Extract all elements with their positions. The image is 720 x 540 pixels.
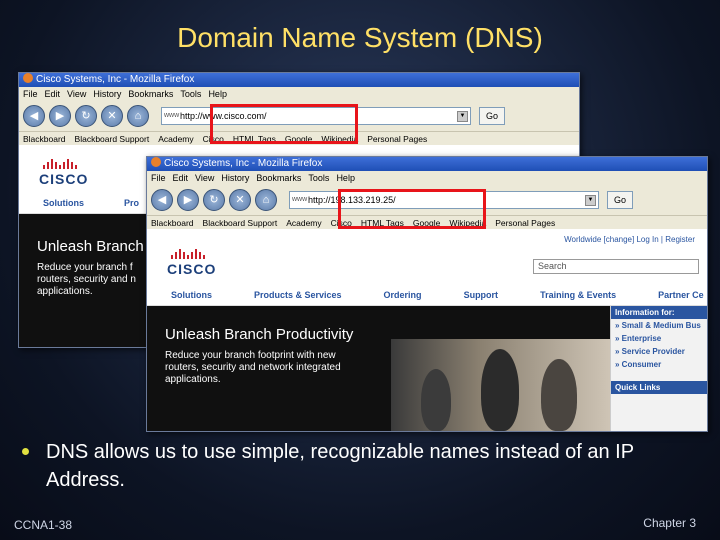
window-title: Cisco Systems, Inc - Mozilla Firefox [164,158,323,169]
bookmark-item[interactable]: Blackboard [151,218,194,228]
back-icon[interactable]: ◀ [151,189,173,211]
bookmark-item[interactable]: Blackboard Support [203,218,278,228]
menu-file[interactable]: File [23,89,38,99]
bullet-text-content: DNS allows us to use simple, recognizabl… [46,441,634,491]
bookmark-item[interactable]: Personal Pages [367,134,427,144]
forward-icon[interactable]: ▶ [177,189,199,211]
footer-chapter: Chapter 3 [643,516,696,530]
hero-line-3: applications. [37,286,93,297]
site-icon: www [292,196,308,203]
site-icon: www [164,112,180,119]
go-button[interactable]: Go [607,191,634,209]
menu-view[interactable]: View [195,173,214,183]
person-figure [421,369,451,431]
cisco-logo: CISCO [167,261,217,277]
hero-line-1: Reduce your branch f [37,262,133,273]
stop-icon[interactable]: ✕ [101,105,123,127]
reload-icon[interactable]: ↻ [203,189,225,211]
reload-icon[interactable]: ↻ [75,105,97,127]
nav-ordering[interactable]: Ordering [384,290,422,300]
menu-tools[interactable]: Tools [180,89,201,99]
menu-help[interactable]: Help [336,173,355,183]
forward-icon[interactable]: ▶ [49,105,71,127]
cisco-logo-bars [43,159,77,169]
dropdown-arrow-icon[interactable]: ▼ [585,195,596,206]
menu-view[interactable]: View [67,89,86,99]
cisco-logo-bars [171,249,205,259]
menu-bar: File Edit View History Bookmarks Tools Help [19,87,579,101]
bookmark-item[interactable]: Academy [286,218,321,228]
bookmark-item[interactable]: Blackboard [23,134,66,144]
menu-help[interactable]: Help [208,89,227,99]
firefox-icon [151,157,161,167]
firefox-icon [23,73,33,83]
footer-slide-number: CCNA1-38 [14,518,73,532]
home-icon[interactable]: ⌂ [127,105,149,127]
hero-line-1: Reduce your branch footprint with new [165,350,336,361]
back-icon[interactable]: ◀ [23,105,45,127]
highlight-box-url-2 [338,189,486,229]
window-titlebar: Cisco Systems, Inc - Mozilla Firefox [19,73,579,87]
go-button[interactable]: Go [479,107,506,125]
menu-history[interactable]: History [93,89,121,99]
menu-edit[interactable]: Edit [173,173,189,183]
bookmark-item[interactable]: Personal Pages [495,218,555,228]
bullet-text: DNS allows us to use simple, recognizabl… [22,438,702,494]
info-link[interactable]: » Enterprise [611,332,707,345]
bookmark-item[interactable]: Academy [158,134,193,144]
nav-support[interactable]: Support [464,290,499,300]
web-page: Worldwide [change] Log In | Register CIS… [147,229,707,431]
dropdown-arrow-icon[interactable]: ▼ [457,111,468,122]
info-link[interactable]: » Service Provider [611,345,707,358]
hero-photo [391,339,611,431]
menu-file[interactable]: File [151,173,166,183]
nav-training[interactable]: Training & Events [540,290,616,300]
person-figure [481,349,519,431]
hero-line-2: routers, security and network integrated [165,362,341,373]
menu-edit[interactable]: Edit [45,89,61,99]
search-input[interactable]: Search [533,259,699,274]
cisco-logo: CISCO [39,171,89,187]
hero-title: Unleash Branch [37,238,144,255]
bookmark-item[interactable]: Blackboard Support [75,134,150,144]
hero-line-3: applications. [165,374,221,385]
top-links[interactable]: Worldwide [change] Log In | Register [564,235,695,244]
site-nav: Solutions Products & Services Ordering Supp… [147,285,707,306]
window-title: Cisco Systems, Inc - Mozilla Firefox [36,74,195,85]
menu-history[interactable]: History [221,173,249,183]
hero-banner: Unleash Branch Productivity Reduce your … [147,306,707,431]
hero-title: Unleash Branch Productivity [165,326,354,343]
menu-bookmarks[interactable]: Bookmarks [256,173,301,183]
person-figure [541,359,577,431]
menu-bookmarks[interactable]: Bookmarks [128,89,173,99]
window-titlebar: Cisco Systems, Inc - Mozilla Firefox [147,157,707,171]
nav-solutions[interactable]: Solutions [43,198,84,208]
info-sidebar: Information for: » Small & Medium Bus » … [610,306,707,431]
slide-title: Domain Name System (DNS) [177,22,543,53]
info-link[interactable]: » Consumer [611,358,707,371]
menu-bar: File Edit View History Bookmarks Tools Help [147,171,707,185]
nav-products[interactable]: Pro [124,198,139,208]
info-link[interactable]: » Small & Medium Bus [611,319,707,332]
nav-solutions[interactable]: Solutions [171,290,212,300]
stop-icon[interactable]: ✕ [229,189,251,211]
menu-tools[interactable]: Tools [308,173,329,183]
hero-line-2: routers, security and n [37,274,136,285]
highlight-box-url-1 [210,104,358,144]
home-icon[interactable]: ⌂ [255,189,277,211]
nav-partner[interactable]: Partner Ce [658,290,704,300]
nav-products[interactable]: Products & Services [254,290,342,300]
quick-links-header: Quick Links [611,381,707,394]
info-header: Information for: [611,306,707,319]
